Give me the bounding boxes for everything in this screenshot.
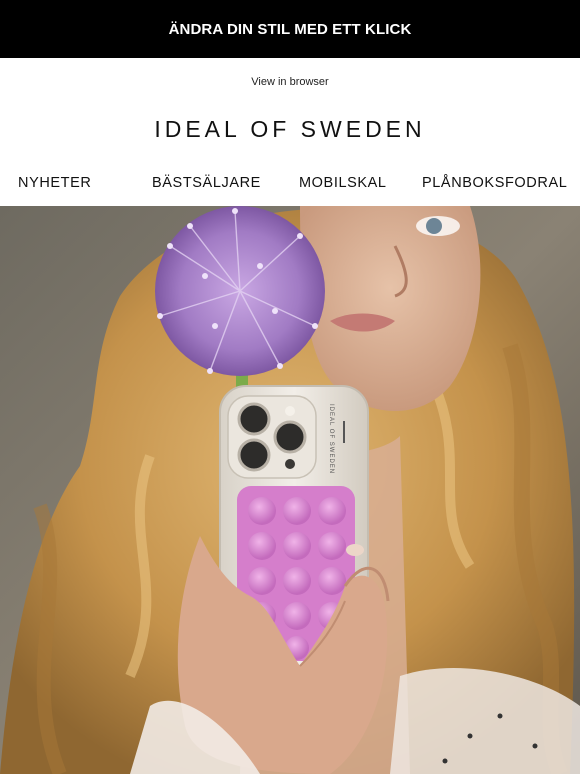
nav-item-nyheter[interactable]: NYHETER [18, 175, 92, 191]
hero-image[interactable]: IDEAL OF SWEDEN [0, 206, 580, 774]
nav-item-bastsaljare[interactable]: BÄSTSÄLJARE [152, 175, 261, 191]
hero-illustration: IDEAL OF SWEDEN [0, 206, 580, 774]
brand-logo[interactable]: IDEAL OF SWEDEN [0, 116, 580, 143]
nav-item-mobilskal[interactable]: MOBILSKAL [299, 175, 387, 191]
view-in-browser-link[interactable]: View in browser [0, 76, 580, 88]
promo-banner-text: ÄNDRA DIN STIL MED ETT KLICK [168, 20, 412, 38]
case-print-text: IDEAL OF SWEDEN [328, 404, 334, 474]
main-nav: NYHETER BÄSTSÄLJARE MOBILSKAL PLÅNBOKSFO… [0, 175, 580, 197]
promo-banner[interactable]: ÄNDRA DIN STIL MED ETT KLICK [0, 0, 580, 58]
nav-item-planboksfodral[interactable]: PLÅNBOKSFODRAL [422, 175, 567, 191]
